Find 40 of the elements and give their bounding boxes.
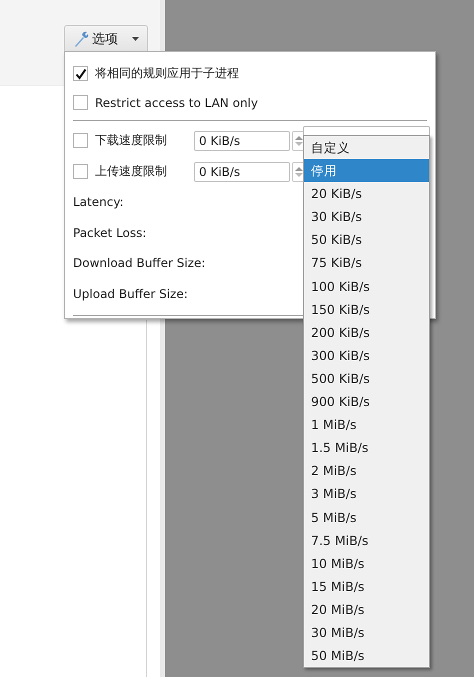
wrench-icon xyxy=(73,31,89,47)
dropdown-option[interactable]: 1.5 MiB/s xyxy=(304,436,429,460)
dropdown-option[interactable]: 20 KiB/s xyxy=(304,182,429,206)
dropdown-option[interactable]: 30 KiB/s xyxy=(304,205,429,228)
dropdown-option[interactable]: 150 KiB/s xyxy=(304,298,429,321)
dropdown-option[interactable]: 50 KiB/s xyxy=(304,228,429,252)
dropdown-option[interactable]: 15 MiB/s xyxy=(304,574,429,598)
checkbox-label: 将相同的规则应用于子进程 xyxy=(95,65,239,82)
dropdown-option[interactable]: 停用 xyxy=(304,159,429,182)
dropdown-option[interactable]: 500 KiB/s xyxy=(304,366,429,390)
field-label: Packet Loss: xyxy=(73,226,146,240)
limit-label: 下载速度限制 xyxy=(95,132,168,149)
limit-label: 上传速度限制 xyxy=(95,163,168,180)
dropdown-option[interactable]: 1 MiB/s xyxy=(304,413,429,436)
checkbox[interactable] xyxy=(73,66,88,81)
checkbox[interactable] xyxy=(73,133,88,148)
checkbox[interactable] xyxy=(73,95,88,110)
dropdown-option[interactable]: 20 MiB/s xyxy=(304,598,429,621)
checkbox[interactable] xyxy=(73,164,88,179)
dropdown-option[interactable]: 50 MiB/s xyxy=(304,644,429,668)
field-label: Latency: xyxy=(73,195,124,210)
dropdown-option[interactable]: 7.5 MiB/s xyxy=(304,528,429,552)
dropdown-option[interactable]: 30 MiB/s xyxy=(304,620,429,644)
dropdown-option[interactable]: 100 KiB/s xyxy=(304,274,429,298)
field-label: Upload Buffer Size: xyxy=(73,286,188,301)
speed-field[interactable]: 0 KiB/s xyxy=(194,130,290,150)
speed-field[interactable]: 0 KiB/s xyxy=(194,162,290,182)
dropdown-option[interactable]: 10 MiB/s xyxy=(304,552,429,575)
dropdown-option[interactable]: 自定义 xyxy=(304,136,429,160)
options-button[interactable]: 选项 xyxy=(64,25,148,52)
dropdown-option[interactable]: 200 KiB/s xyxy=(304,320,429,344)
caret-icon xyxy=(132,37,139,41)
dropdown-option[interactable]: 900 KiB/s xyxy=(304,390,429,414)
dropdown-option[interactable]: 5 MiB/s xyxy=(304,506,429,529)
dropdown-option[interactable]: 2 MiB/s xyxy=(304,459,429,482)
dropdown-option[interactable]: 300 KiB/s xyxy=(304,344,429,367)
checkbox-label: Restrict access to LAN only xyxy=(95,96,258,110)
dropdown-option[interactable]: 3 MiB/s xyxy=(304,482,429,506)
field-label: Download Buffer Size: xyxy=(73,256,206,270)
dropdown-option[interactable]: 75 KiB/s xyxy=(304,251,429,275)
